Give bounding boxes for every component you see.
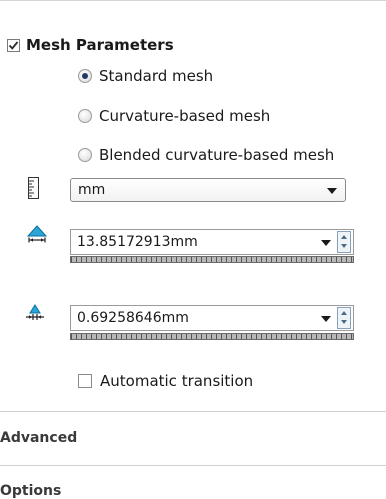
spinner[interactable]: [337, 231, 351, 253]
divider: [0, 411, 386, 412]
mesh-parameters-checkbox[interactable]: [7, 38, 20, 52]
unit-select-value: mm: [78, 182, 106, 198]
global-size-icon: [26, 225, 48, 243]
radio-blended-curvature-mesh[interactable]: Blended curvature-based mesh: [78, 143, 334, 167]
divider: [0, 465, 386, 466]
automatic-transition-checkbox[interactable]: [78, 374, 92, 388]
tolerance-slider[interactable]: [70, 333, 354, 340]
tolerance-field[interactable]: 0.69258646mm: [70, 305, 354, 331]
ruler-icon: [28, 177, 39, 199]
radio-curvature-based-mesh[interactable]: Curvature-based mesh: [78, 104, 270, 128]
radio-label: Standard mesh: [99, 67, 214, 85]
global-size-slider[interactable]: [70, 256, 354, 263]
spin-down-icon[interactable]: [338, 318, 350, 328]
spin-up-icon[interactable]: [338, 232, 350, 242]
top-separator: [0, 0, 386, 1]
global-size-field[interactable]: 13.85172913mm: [70, 229, 354, 255]
radio-label: Blended curvature-based mesh: [99, 146, 335, 164]
mesh-parameters-header[interactable]: Mesh Parameters: [7, 27, 174, 63]
mesh-parameters-label: Mesh Parameters: [26, 36, 174, 54]
chevron-down-icon[interactable]: [321, 240, 331, 246]
radio-button[interactable]: [78, 148, 92, 162]
tolerance-value: 0.69258646mm: [77, 310, 189, 326]
chevron-down-icon: [327, 188, 337, 194]
spinner[interactable]: [337, 307, 351, 329]
radio-label: Curvature-based mesh: [99, 107, 271, 125]
advanced-section-header[interactable]: Advanced: [0, 430, 77, 446]
radio-standard-mesh[interactable]: Standard mesh: [78, 64, 213, 88]
check-icon: [8, 40, 19, 50]
global-size-value: 13.85172913mm: [77, 234, 198, 250]
spin-down-icon[interactable]: [338, 242, 350, 252]
automatic-transition-label: Automatic transition: [100, 372, 254, 390]
chevron-down-icon[interactable]: [321, 316, 331, 322]
automatic-transition-row[interactable]: Automatic transition: [78, 370, 253, 392]
tolerance-icon: [26, 304, 44, 320]
radio-button[interactable]: [78, 109, 92, 123]
spin-up-icon[interactable]: [338, 308, 350, 318]
radio-button-selected[interactable]: [78, 69, 92, 83]
unit-select[interactable]: mm: [70, 178, 346, 202]
